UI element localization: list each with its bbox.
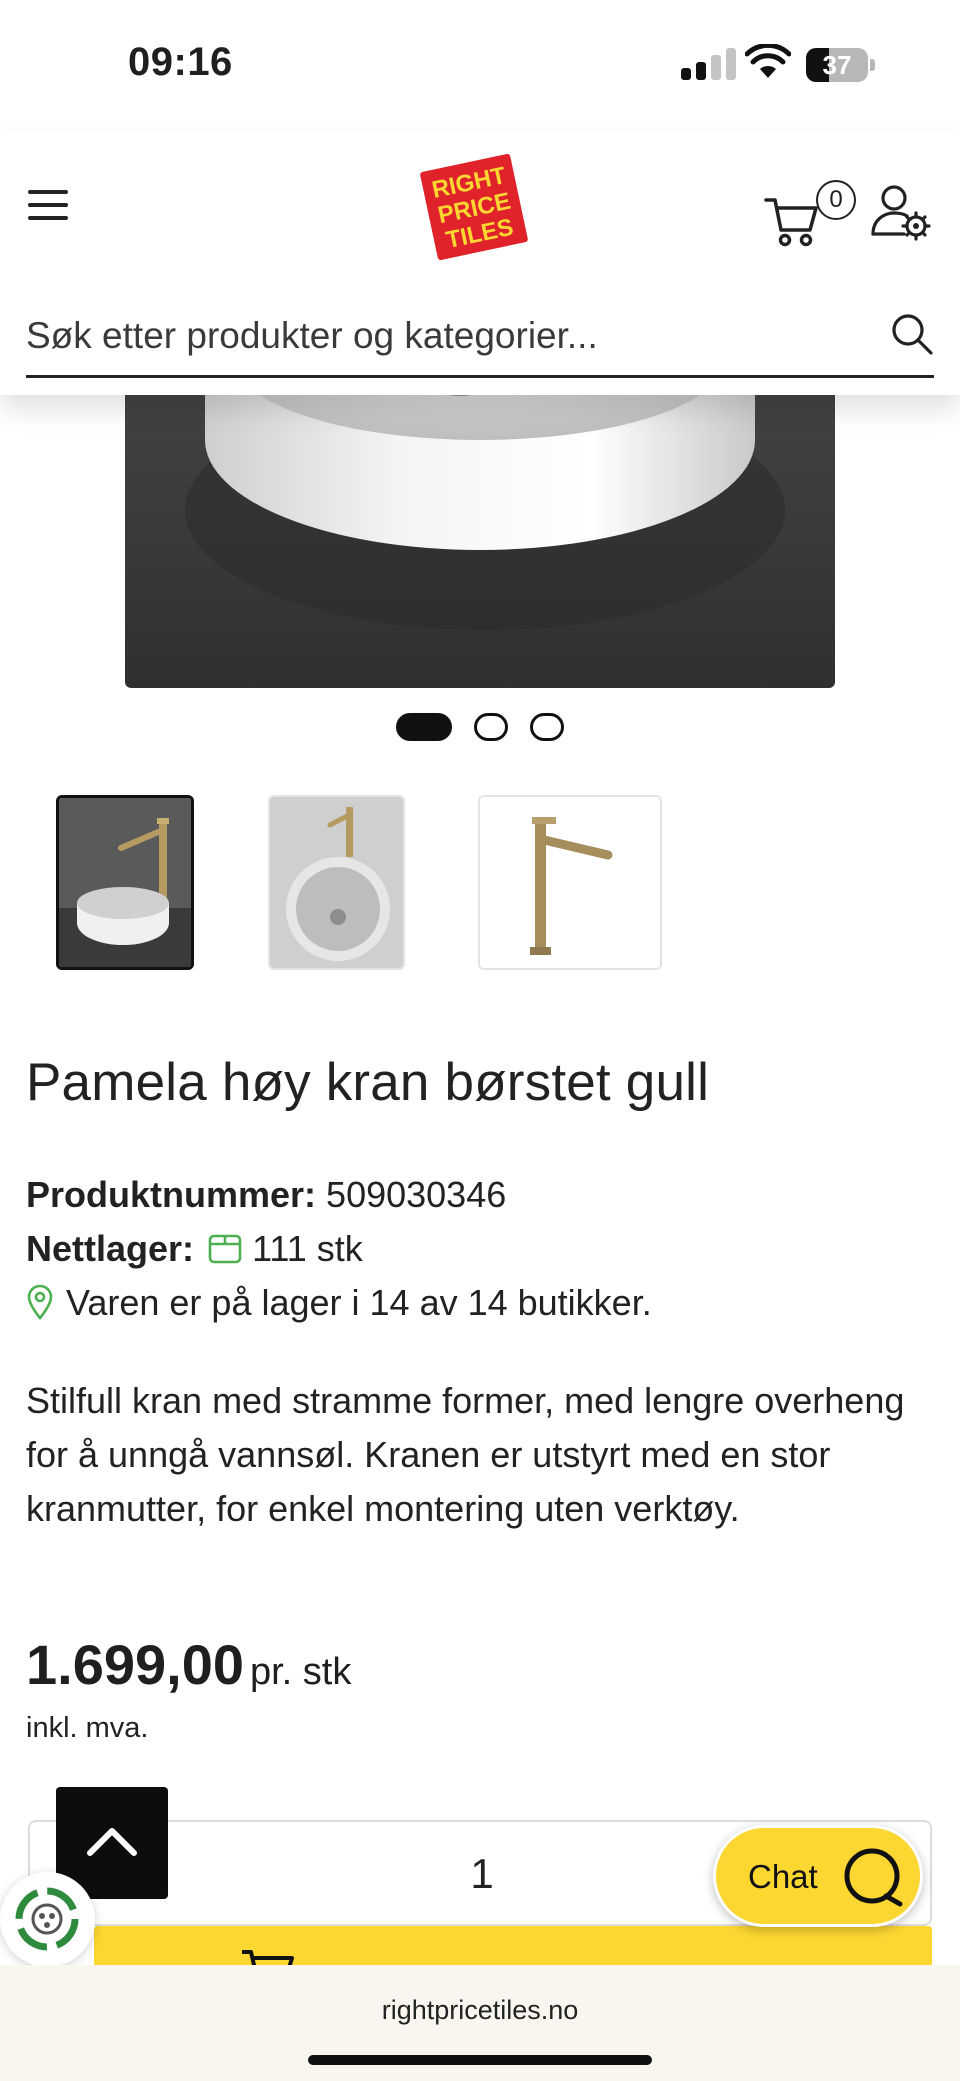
product-description: Stilfull kran med stramme former, med le… [26,1380,905,1529]
home-indicator[interactable] [308,2055,652,2065]
product-number-label: Produktnummer: [26,1174,317,1215]
price-block: 1.699,00 pr. stk [26,1632,351,1697]
wifi-icon [745,44,791,78]
thumbnail-3[interactable] [478,795,662,970]
product-number-value: 509030346 [326,1174,507,1215]
eco-badge[interactable] [0,1872,95,1967]
price-value: 1.699,00 [26,1633,244,1696]
tall-faucet-image [480,797,660,968]
online-stock-line: Nettlager: 111 stk [26,1228,363,1270]
cart-count-badge: 0 [816,180,856,220]
product-number-line: Produktnummer: 509030346 [26,1174,506,1216]
basin-with-faucet-image [59,798,191,967]
carousel-dot-3[interactable] [530,713,564,741]
box-icon [208,1234,242,1264]
carousel-dot-2[interactable] [474,713,508,741]
recycle-icon [15,1887,79,1951]
browser-url[interactable]: rightpricetiles.no [0,1995,960,2026]
store-availability-line: Varen er på lager i 14 av 14 butikker. [26,1282,652,1324]
chat-bubble-icon [844,1848,903,1907]
cart-button[interactable]: 0 [764,180,864,250]
thumbnail-1[interactable] [56,795,194,970]
search-bar [26,298,934,378]
chat-label: Chat [748,1858,818,1895]
status-time: 09:16 [128,40,233,84]
status-bar: 09:16 37 [0,0,960,130]
browser-bottom-bar: rightpricetiles.no [0,1965,960,2081]
search-icon[interactable] [890,312,934,356]
vat-note: inkl. mva. [26,1712,149,1744]
cellular-signal-icon [681,48,739,80]
price-unit: pr. stk [249,1651,352,1693]
shopping-cart-icon [764,198,818,247]
online-stock-value: 111 stk [252,1228,363,1269]
right-price-tiles-logo[interactable]: RIGHT PRICE TILES [418,154,530,260]
account-settings-icon[interactable] [870,182,932,244]
battery-icon: 37 [806,48,875,82]
chat-button[interactable]: Chat [713,1825,923,1927]
product-title: Pamela høy kran børstet gull [26,1053,710,1112]
menu-button[interactable] [26,186,70,224]
battery-level: 37 [822,50,852,80]
online-stock-label: Nettlager: [26,1228,195,1269]
carousel-dot-1[interactable] [396,713,452,741]
site-header: RIGHT PRICE TILES 0 [0,130,960,395]
basin-top-view-image [270,797,403,968]
store-availability-text: Varen er på lager i 14 av 14 butikker. [66,1282,652,1323]
thumbnail-2[interactable] [268,795,405,970]
location-pin-icon [27,1284,53,1321]
search-input[interactable] [26,298,866,374]
carousel-dots [0,713,960,743]
